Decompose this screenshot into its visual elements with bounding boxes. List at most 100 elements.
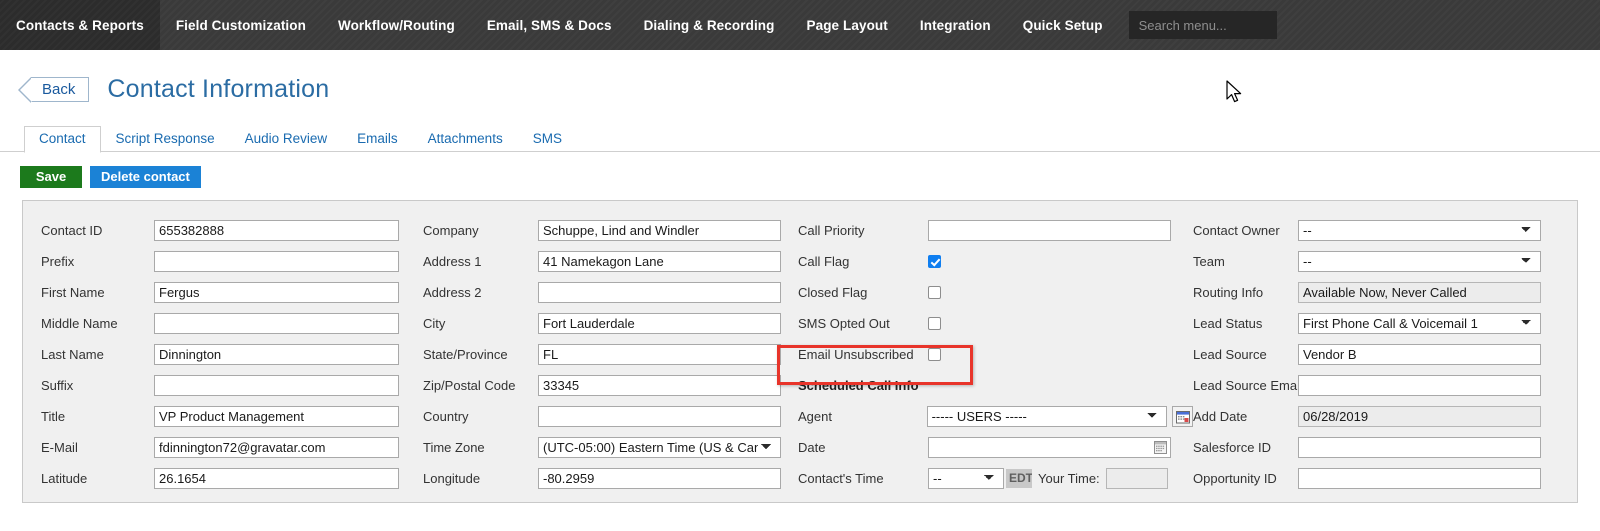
lead-source-input[interactable] <box>1298 344 1541 365</box>
field-row-team: Team -- <box>1193 246 1573 277</box>
nav-item-workflow-routing[interactable]: Workflow/Routing <box>322 0 471 50</box>
lead-source-email-input[interactable] <box>1298 375 1541 396</box>
nav-item-field-customization[interactable]: Field Customization <box>160 0 322 50</box>
nav-item-integration[interactable]: Integration <box>904 0 1007 50</box>
add-date-input <box>1298 406 1541 427</box>
field-row-first-name: First Name <box>41 277 423 308</box>
field-row-lead-source-email: Lead Source Email <box>1193 370 1573 401</box>
back-button[interactable]: Back <box>17 76 90 103</box>
back-button-label: Back <box>42 80 76 98</box>
email-unsubscribed-checkbox[interactable] <box>928 348 941 361</box>
nav-item-label: Field Customization <box>175 17 306 33</box>
field-label: Call Flag <box>798 254 850 269</box>
tab-emails[interactable]: Emails <box>342 126 413 152</box>
latitude-input[interactable] <box>154 468 399 489</box>
city-input[interactable] <box>538 313 781 334</box>
time-zone-select[interactable]: (UTC-05:00) Eastern Time (US & Canada) <box>538 437 781 458</box>
field-label: Middle Name <box>41 316 118 331</box>
email-input[interactable] <box>154 437 399 458</box>
field-label: Contact Owner <box>1193 223 1280 238</box>
field-label: Closed Flag <box>798 285 868 300</box>
country-input[interactable] <box>538 406 781 427</box>
action-button-bar: Save Delete contact <box>0 152 1600 188</box>
tab-attachments[interactable]: Attachments <box>413 126 518 152</box>
contacts-time-select[interactable]: -- <box>928 468 1004 489</box>
field-row-latitude: Latitude <box>41 463 423 494</box>
field-label: Email Unsubscribed <box>798 347 914 362</box>
title-input[interactable] <box>154 406 399 427</box>
first-name-input[interactable] <box>154 282 399 303</box>
date-input[interactable] <box>928 437 1171 458</box>
menu-search-input[interactable] <box>1128 11 1277 39</box>
agent-select[interactable]: ----- USERS ----- <box>926 406 1168 427</box>
field-label: Contact's Time <box>798 471 884 486</box>
date-field-wrapper <box>928 437 1171 458</box>
field-row-email: E-Mail <box>41 432 423 463</box>
page-header: Back Contact Information <box>0 50 1600 110</box>
nav-item-dialing-recording[interactable]: Dialing & Recording <box>628 0 791 50</box>
nav-item-quick-setup[interactable]: Quick Setup <box>1007 0 1119 50</box>
sms-opted-out-checkbox[interactable] <box>928 317 941 330</box>
lead-status-select[interactable]: First Phone Call & Voicemail 1 <box>1298 313 1541 334</box>
field-row-company: Company <box>423 215 798 246</box>
field-label: Country <box>423 409 469 424</box>
nav-item-label: Integration <box>919 17 991 33</box>
delete-contact-button[interactable]: Delete contact <box>90 166 201 188</box>
field-label: Longitude <box>423 471 481 486</box>
tab-audio-review[interactable]: Audio Review <box>230 126 343 152</box>
field-label: First Name <box>41 285 105 300</box>
field-row-state-province: State/Province <box>423 339 798 370</box>
form-column-call-flags: Call Priority Call Flag Closed Flag SMS … <box>798 215 1194 502</box>
field-row-city: City <box>423 308 798 339</box>
tab-label: Audio Review <box>244 131 328 146</box>
salesforce-id-input[interactable] <box>1298 437 1541 458</box>
nav-item-page-layout[interactable]: Page Layout <box>791 0 904 50</box>
nav-item-email-sms-docs[interactable]: Email, SMS & Docs <box>471 0 628 50</box>
opportunity-id-input[interactable] <box>1298 468 1541 489</box>
tab-label: Attachments <box>427 131 503 146</box>
call-priority-input[interactable] <box>928 220 1171 241</box>
your-time-label: Your Time: <box>1038 471 1100 486</box>
tab-label: Script Response <box>115 131 215 146</box>
field-label: Routing Info <box>1193 285 1264 300</box>
suffix-input[interactable] <box>154 375 399 396</box>
field-label: Team <box>1193 254 1225 269</box>
field-label: Lead Source Email <box>1193 378 1303 393</box>
field-label: Contact ID <box>41 223 103 238</box>
field-row-add-date: Add Date <box>1193 401 1573 432</box>
nav-item-label: Contacts & Reports <box>16 17 144 33</box>
call-flag-checkbox[interactable] <box>928 255 941 268</box>
field-row-address-1: Address 1 <box>423 246 798 277</box>
form-column-lead-info: Contact Owner -- Team -- Routing Info Le… <box>1193 215 1573 502</box>
your-time-input[interactable] <box>1105 468 1168 489</box>
tab-script-response[interactable]: Script Response <box>101 126 230 152</box>
closed-flag-checkbox[interactable] <box>928 286 941 299</box>
team-select[interactable]: -- <box>1298 251 1541 272</box>
nav-item-label: Page Layout <box>806 17 888 33</box>
agent-calendar-icon[interactable] <box>1172 406 1194 427</box>
last-name-input[interactable] <box>154 344 399 365</box>
longitude-input[interactable] <box>538 468 781 489</box>
field-row-last-name: Last Name <box>41 339 423 370</box>
field-row-contact-owner: Contact Owner -- <box>1193 215 1573 246</box>
address-2-input[interactable] <box>538 282 781 303</box>
contact-id-input[interactable] <box>154 220 399 241</box>
nav-item-contacts-reports[interactable]: Contacts & Reports <box>0 0 160 50</box>
zip-postal-code-input[interactable] <box>538 375 781 396</box>
contact-owner-select[interactable]: -- <box>1298 220 1541 241</box>
prefix-input[interactable] <box>154 251 399 272</box>
middle-name-input[interactable] <box>154 313 399 334</box>
tab-contact[interactable]: Contact <box>24 126 101 153</box>
save-button[interactable]: Save <box>20 166 82 188</box>
field-label: Salesforce ID <box>1193 440 1272 455</box>
field-row-call-priority: Call Priority <box>798 215 1193 246</box>
address-1-input[interactable] <box>538 251 781 272</box>
field-label: City <box>423 316 446 331</box>
date-calendar-icon[interactable] <box>1154 441 1167 454</box>
field-label: Last Name <box>41 347 104 362</box>
nav-item-label: Workflow/Routing <box>337 17 455 33</box>
tab-sms[interactable]: SMS <box>518 126 577 152</box>
field-row-prefix: Prefix <box>41 246 423 277</box>
company-input[interactable] <box>538 220 781 241</box>
state-province-input[interactable] <box>538 344 781 365</box>
